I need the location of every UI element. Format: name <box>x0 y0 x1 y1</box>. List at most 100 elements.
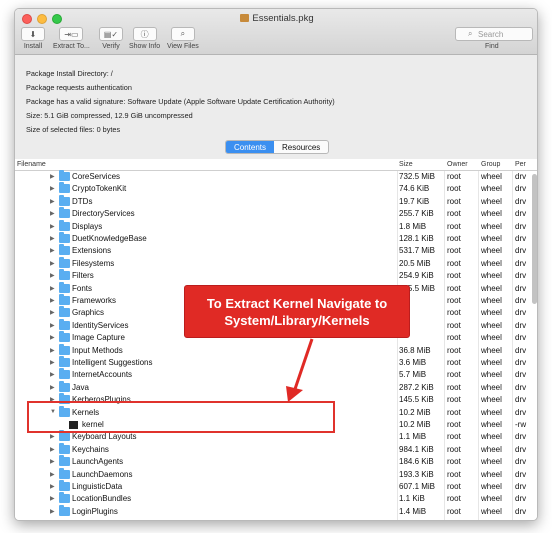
row-owner: root <box>447 345 461 355</box>
disclosure-triangle-icon[interactable]: ▶ <box>50 223 55 230</box>
disclosure-triangle-icon[interactable]: ▶ <box>50 260 55 267</box>
signature-text: Package has a valid signature: Software … <box>26 97 335 106</box>
disclosure-triangle-icon[interactable]: ▶ <box>50 247 55 254</box>
row-group: wheel <box>481 444 502 454</box>
header-filename[interactable]: Filename <box>17 161 46 168</box>
table-row[interactable]: ▶ LaunchAgents 184.6 KiB root wheel drv <box>15 455 537 468</box>
row-permissions: drv <box>515 469 527 479</box>
row-filename: InternetAccounts <box>72 370 133 380</box>
table-row[interactable]: ▶ LocationBundles 1.1 KiB root wheel drv <box>15 492 537 505</box>
table-row[interactable]: ▶ Keyboard Layouts 1.1 MiB root wheel drv <box>15 430 537 443</box>
table-row[interactable]: ▶ Extensions 531.7 MiB root wheel drv <box>15 244 537 257</box>
row-owner: root <box>447 444 461 454</box>
row-owner: root <box>447 246 461 256</box>
disclosure-triangle-icon[interactable]: ▶ <box>50 272 55 279</box>
disclosure-triangle-icon[interactable]: ▶ <box>50 508 55 515</box>
header-group[interactable]: Group <box>481 161 500 168</box>
table-row[interactable]: ▶ Keychains 984.1 KiB root wheel drv <box>15 442 537 456</box>
row-filename: Keychains <box>72 444 109 454</box>
disclosure-triangle-icon[interactable]: ▶ <box>50 235 55 242</box>
table-row[interactable]: ▶ Filters 254.9 KiB root wheel drv <box>15 269 537 282</box>
table-row[interactable]: ▶ LoginPlugins 1.4 MiB root wheel drv <box>15 504 537 518</box>
row-permissions: drv <box>515 246 527 256</box>
disclosure-triangle-icon[interactable]: ▶ <box>50 334 55 341</box>
row-owner: root <box>447 296 461 305</box>
row-size: 193.3 KiB <box>399 469 434 479</box>
header-permissions[interactable]: Per <box>515 161 526 168</box>
folder-icon <box>59 194 70 206</box>
disclosure-triangle-icon[interactable]: ▶ <box>50 359 55 366</box>
table-row[interactable]: ▶ CoreServices 732.5 MiB root wheel drv <box>15 170 537 183</box>
disclosure-triangle-icon[interactable]: ▶ <box>50 309 55 316</box>
header-owner[interactable]: Owner <box>447 161 468 168</box>
row-size: 19.7 KiB <box>399 196 430 206</box>
row-size: 5.7 MiB <box>399 370 427 380</box>
table-row[interactable]: ▶ CryptoTokenKit 74.6 KiB root wheel drv <box>15 182 537 195</box>
table-row[interactable]: ▶ DuetKnowledgeBase 128.1 KiB root wheel drv <box>15 232 537 245</box>
row-permissions: drv <box>515 296 527 305</box>
disclosure-triangle-icon[interactable]: ▶ <box>50 210 55 217</box>
table-row[interactable]: ▶ Input Methods 36.8 MiB root wheel drv <box>15 343 537 357</box>
folder-icon <box>59 256 70 268</box>
file-table: Filename Size Owner Group Per ▶ CoreServi… <box>15 159 537 520</box>
disclosure-triangle-icon[interactable]: ▶ <box>50 173 55 180</box>
disclosure-triangle-icon[interactable]: ▶ <box>50 384 55 391</box>
row-group: wheel <box>481 196 502 206</box>
table-row[interactable]: ▶ InternetAccounts 5.7 MiB root wheel drv <box>15 368 537 381</box>
disclosure-triangle-icon[interactable]: ▶ <box>50 458 55 465</box>
tab-resources[interactable]: Resources <box>274 141 328 153</box>
folder-icon <box>59 343 70 355</box>
row-size: 287.2 KiB <box>399 382 434 392</box>
row-owner: root <box>447 482 461 491</box>
row-group: wheel <box>481 258 502 268</box>
extract-icon: ⇥▭ <box>59 27 84 41</box>
header-size[interactable]: Size <box>399 161 413 168</box>
row-group: wheel <box>481 308 502 318</box>
disclosure-triangle-icon[interactable]: ▶ <box>50 198 55 205</box>
table-row[interactable]: ▶ Displays 1.8 MiB root wheel drv <box>15 219 537 233</box>
extract-button[interactable]: ⇥▭ Extract To... <box>53 27 90 50</box>
table-row[interactable]: ▶ Intelligent Suggestions 3.6 MiB root wheel… <box>15 356 537 369</box>
disclosure-triangle-icon[interactable]: ▶ <box>50 285 55 292</box>
row-permissions: drv <box>515 221 527 231</box>
table-row[interactable]: ▶ Filesystems 20.5 MiB root wheel drv <box>15 256 537 270</box>
table-row[interactable]: ▶ DTDs 19.7 KiB root wheel drv <box>15 194 537 208</box>
row-size: 3.6 MiB <box>399 358 427 367</box>
table-row[interactable]: ▶ Java 287.2 KiB root wheel drv <box>15 380 537 394</box>
disclosure-triangle-icon[interactable]: ▶ <box>50 471 55 478</box>
row-filename: CryptoTokenKit <box>72 184 127 194</box>
view-files-button[interactable]: ⌕ View Files <box>167 27 199 50</box>
table-row[interactable]: ▶ LaunchDaemons 193.3 KiB root wheel drv <box>15 467 537 481</box>
disclosure-triangle-icon[interactable]: ▶ <box>50 495 55 502</box>
package-icon <box>240 14 250 22</box>
row-owner: root <box>447 221 461 231</box>
disclosure-triangle-icon[interactable]: ▶ <box>50 185 55 192</box>
row-permissions: drv <box>515 395 527 405</box>
row-size: 20.5 MiB <box>399 258 431 268</box>
row-owner: root <box>447 457 461 467</box>
disclosure-triangle-icon[interactable]: ▶ <box>50 433 55 440</box>
package-window: Essentials.pkg ⬇ Install ⇥▭ Extract To..… <box>14 8 538 521</box>
disclosure-triangle-icon[interactable]: ▶ <box>50 347 55 354</box>
vertical-scrollbar[interactable] <box>532 174 537 304</box>
disclosure-triangle-icon[interactable]: ▶ <box>50 371 55 378</box>
install-button[interactable]: ⬇ Install <box>21 27 45 50</box>
show-info-button[interactable]: ⓘ Show Info <box>129 27 160 50</box>
row-filename: Keyboard Layouts <box>72 432 137 442</box>
extract-label: Extract To... <box>53 43 90 50</box>
table-row[interactable]: ▶ LinguisticData 607.1 MiB root wheel drv <box>15 480 537 493</box>
view-tab-control: Contents Resources <box>225 140 330 154</box>
tab-contents[interactable]: Contents <box>226 141 275 153</box>
search-input[interactable]: ⌕ Search <box>455 27 533 41</box>
disclosure-triangle-icon[interactable]: ▶ <box>50 446 55 453</box>
row-group: wheel <box>481 407 502 417</box>
disclosure-triangle-icon[interactable]: ▶ <box>50 297 55 304</box>
folder-icon <box>59 232 70 243</box>
verify-button[interactable]: ▤✓ Verify <box>99 27 123 50</box>
table-row[interactable]: ▶ DirectoryServices 255.7 KiB root wheel drv <box>15 207 537 220</box>
disclosure-triangle-icon[interactable]: ▶ <box>50 322 55 329</box>
row-size: 10.2 MiB <box>399 407 431 417</box>
disclosure-triangle-icon[interactable]: ▶ <box>50 483 55 490</box>
row-owner: root <box>447 506 461 516</box>
row-size: 128.1 KiB <box>399 234 434 243</box>
